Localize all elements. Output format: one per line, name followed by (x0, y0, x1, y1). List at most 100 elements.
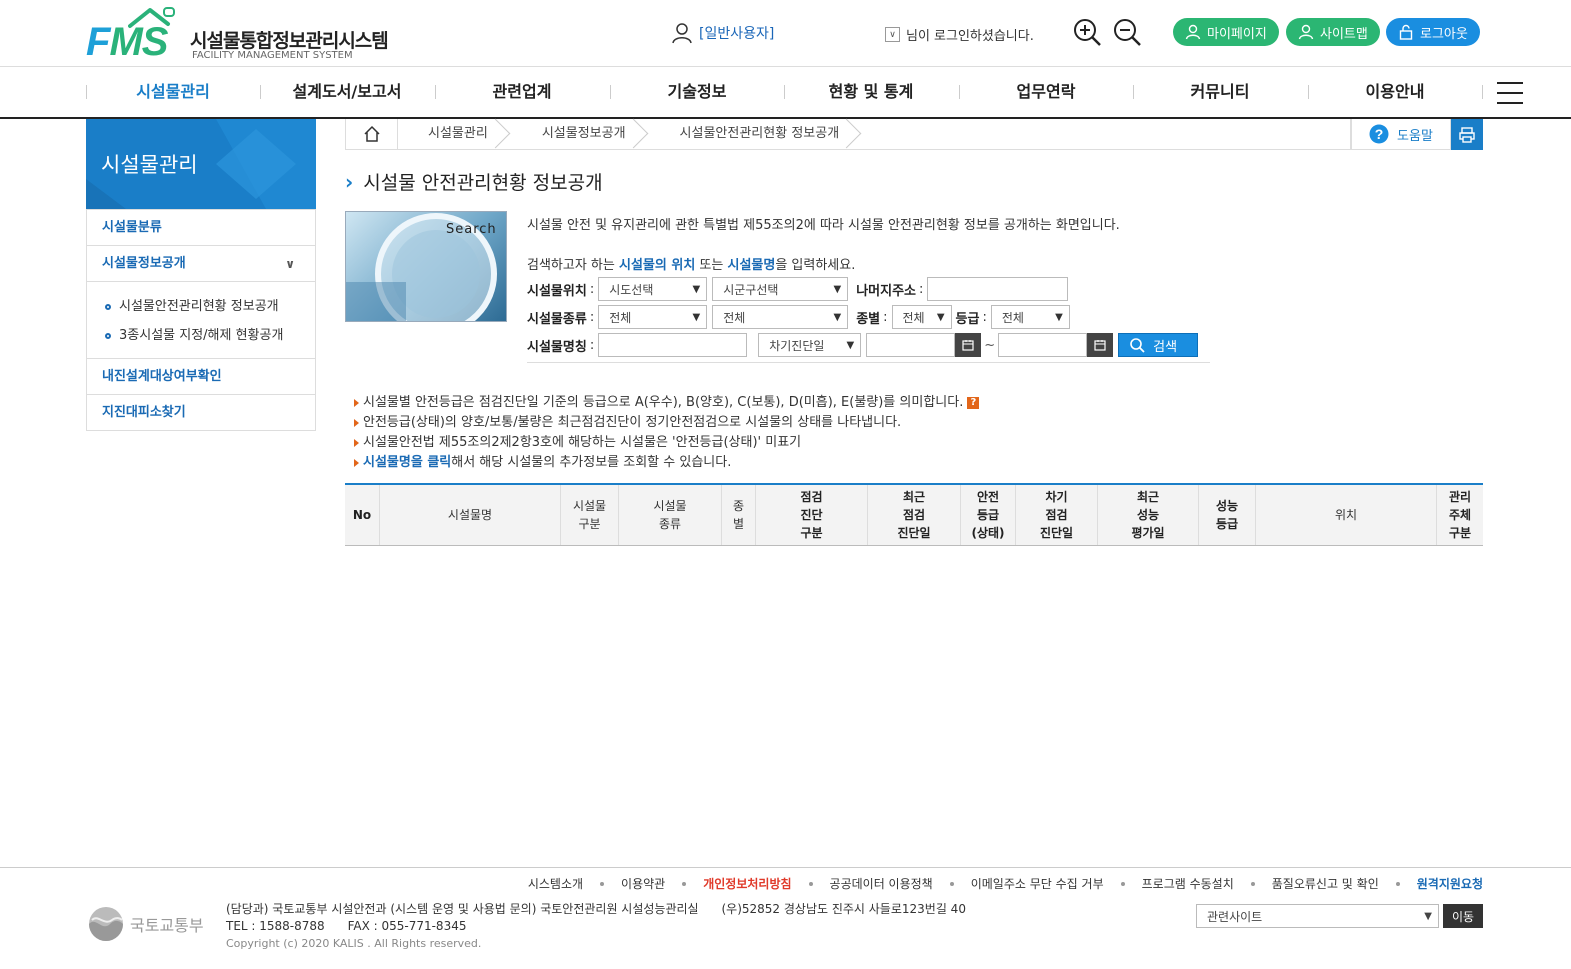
sidebar-subitem-class3[interactable]: 3종시설물 지정/해제 현황공개 (87, 321, 315, 350)
type1-select[interactable]: 전체 ▼ (598, 305, 708, 329)
nav-item-industry[interactable]: 관련업계 (435, 67, 609, 117)
search-button[interactable]: 검색 (1118, 333, 1199, 357)
chevron-down-icon: ∨ (285, 257, 295, 271)
sitemap-label: 사이트맵 (1320, 26, 1368, 42)
date-from-input[interactable] (866, 333, 956, 357)
date-type-select[interactable]: 차기진단일 ▼ (758, 333, 862, 357)
column-header-kind[interactable]: 시설물 종류 (619, 485, 722, 545)
nav-item-statistics[interactable]: 현황 및 통계 (784, 67, 958, 117)
column-header-no[interactable]: No (345, 485, 380, 545)
sitemap-button[interactable]: 사이트맵 (1286, 18, 1380, 46)
type2-select[interactable]: 전체 ▼ (712, 305, 849, 329)
calendar-to-button[interactable] (1087, 333, 1114, 357)
location-row: 시설물위치: 시도선택 ▼ 시군구선택 ▼ 나머지주소: (527, 277, 1069, 301)
logo-subtitle: FACILITY MANAGEMENT SYSTEM (192, 50, 353, 61)
breadcrumb: 시설물관리 시설물정보공개 시설물안전관리현황 정보공개 (345, 119, 1351, 150)
sidebar-title: 시설물관리 (101, 153, 198, 177)
logout-label: 로그아웃 (1420, 26, 1468, 42)
guide-text: 을 입력하세요. (775, 258, 856, 273)
footer-link-privacy[interactable]: 개인정보처리방침 (703, 875, 791, 892)
rest-address-input[interactable] (927, 277, 1069, 301)
column-header-performance-date[interactable]: 최근 성능 평가일 (1098, 485, 1199, 545)
breadcrumb-item-current[interactable]: 시설물안전관리현황 정보공개 (650, 119, 864, 149)
arrow-bullet-icon (354, 399, 359, 407)
sigungu-select[interactable]: 시군구선택 ▼ (712, 277, 849, 301)
help-label: 도움말 (1397, 128, 1433, 144)
sidebar-item-classification[interactable]: 시설물분류 (87, 209, 315, 245)
fms-logo[interactable]: FMS 시설물통합정보관리시스템 FACILITY MANAGEMENT SYS… (86, 6, 389, 64)
nav-item-community[interactable]: 커뮤니티 (1133, 67, 1307, 117)
column-header-location[interactable]: 위치 (1256, 485, 1437, 545)
nav-item-guide[interactable]: 이용안내 (1308, 67, 1482, 117)
chevron-right-icon: › (345, 169, 354, 194)
calendar-from-button[interactable] (955, 333, 982, 357)
go-button[interactable]: 이동 (1443, 904, 1483, 928)
zoom-out-button[interactable] (1112, 17, 1142, 47)
column-header-recent-inspection[interactable]: 최근 점검 진단일 (868, 485, 961, 545)
nav-item-tech-info[interactable]: 기술정보 (610, 67, 784, 117)
sido-value: 시도선택 (609, 282, 654, 297)
question-icon[interactable]: ? (967, 397, 980, 409)
chevron-down-icon: ▼ (692, 311, 701, 323)
column-header-class[interactable]: 종 별 (722, 485, 756, 545)
facility-name-input[interactable] (598, 333, 748, 357)
zoom-in-button[interactable] (1072, 17, 1102, 47)
user-icon (1298, 24, 1314, 40)
breadcrumb-item[interactable]: 시설물정보공개 (512, 119, 650, 149)
help-button[interactable]: ? 도움말 (1351, 119, 1451, 150)
search-icon (1130, 338, 1145, 353)
nav-item-business[interactable]: 업무연락 (959, 67, 1133, 117)
date-to-input[interactable] (998, 333, 1088, 357)
menu-icon[interactable] (1497, 82, 1523, 104)
notice-text: 시설물안전법 제55조의2제2항3호에 해당하는 시설물은 '안전등급(상태)'… (363, 435, 802, 450)
mypage-button[interactable]: 마이페이지 (1173, 18, 1279, 46)
guide-text: 검색하고자 하는 (527, 258, 619, 273)
calendar-icon (1094, 340, 1106, 351)
sidebar-item-seismic-check[interactable]: 내진설계대상여부확인 (87, 358, 315, 394)
footer-link-about[interactable]: 시스템소개 (528, 875, 583, 892)
logout-button[interactable]: 로그아웃 (1386, 18, 1480, 46)
sidebar-subitem-safety-status[interactable]: 시설물안전관리현황 정보공개 (87, 292, 315, 321)
footer-link-error-report[interactable]: 품질오류신고 및 확인 (1272, 875, 1379, 892)
sidebar-item-label: 시설물정보공개 (102, 256, 186, 271)
guide-highlight-name: 시설물명 (727, 258, 776, 273)
separator-dot (682, 881, 687, 886)
column-header-safety-grade[interactable]: 안전 등급 (상태) (961, 485, 1016, 545)
footer-link-manual-install[interactable]: 프로그램 수동설치 (1142, 875, 1234, 892)
column-header-next-inspection[interactable]: 차기 점검 진단일 (1016, 485, 1098, 545)
sidebar-item-info-disclosure[interactable]: 시설물정보공개 ∨ (87, 245, 315, 281)
footer: 시스템소개 이용약관 개인정보처리방침 공공데이터 이용정책 이메일주소 무단 … (0, 867, 1571, 969)
nav-item-facility[interactable]: 시설물관리 (86, 67, 260, 117)
column-header-division[interactable]: 시설물 구분 (561, 485, 619, 545)
nav-item-design-docs[interactable]: 설계도서/보고서 (260, 67, 434, 117)
dropdown-toggle-icon[interactable]: ∨ (885, 27, 900, 42)
column-header-performance-grade[interactable]: 성능 등급 (1199, 485, 1256, 545)
sido-select[interactable]: 시도선택 ▼ (598, 277, 708, 301)
footer-link-terms[interactable]: 이용약관 (621, 875, 665, 892)
breadcrumb-item[interactable]: 시설물관리 (398, 119, 512, 149)
login-message: 님이 로그인하셨습니다. (906, 29, 1034, 44)
footer-contact: (담당과) 국토교통부 시설안전과 (시스템 운영 및 사용법 문의) 국토안전… (226, 902, 966, 916)
footer-link-email-refusal[interactable]: 이메일주소 무단 수집 거부 (971, 875, 1104, 892)
page-title: › 시설물 안전관리현황 정보공개 (345, 168, 603, 195)
page-title-text: 시설물 안전관리현황 정보공개 (363, 172, 603, 194)
footer-info: (담당과) 국토교통부 시설안전과 (시스템 운영 및 사용법 문의) 국토안전… (226, 901, 966, 952)
print-button[interactable] (1451, 119, 1483, 150)
footer-phone: TEL : 1588-8788 FAX : 055-771-8345 (226, 919, 467, 933)
home-button[interactable] (346, 119, 398, 149)
guide-text: 또는 (695, 258, 728, 273)
class-select[interactable]: 전체 ▼ (891, 305, 952, 329)
sidebar-item-shelter-search[interactable]: 지진대피소찾기 (87, 394, 315, 430)
footer-link-remote-support[interactable]: 원격지원요청 (1417, 875, 1483, 892)
column-header-owner[interactable]: 관리 주체 구분 (1437, 485, 1483, 545)
footer-link-open-data[interactable]: 공공데이터 이용정책 (830, 875, 933, 892)
user-name-link[interactable]: [일반사용자] (699, 23, 774, 43)
related-site-select[interactable]: 관련사이트 ▼ (1196, 904, 1439, 928)
notice-text: 안전등급(상태)의 양호/보통/불량은 최근점검진단이 정기안전점검으로 시설물… (363, 415, 902, 430)
grade-select[interactable]: 전체 ▼ (990, 305, 1070, 329)
type-label: 시설물종류 (527, 311, 587, 327)
chevron-down-icon: ▼ (1055, 311, 1063, 323)
column-header-name[interactable]: 시설물명 (380, 485, 561, 545)
separator-dot (600, 881, 605, 886)
column-header-inspection-type[interactable]: 점검 진단 구분 (756, 485, 868, 545)
